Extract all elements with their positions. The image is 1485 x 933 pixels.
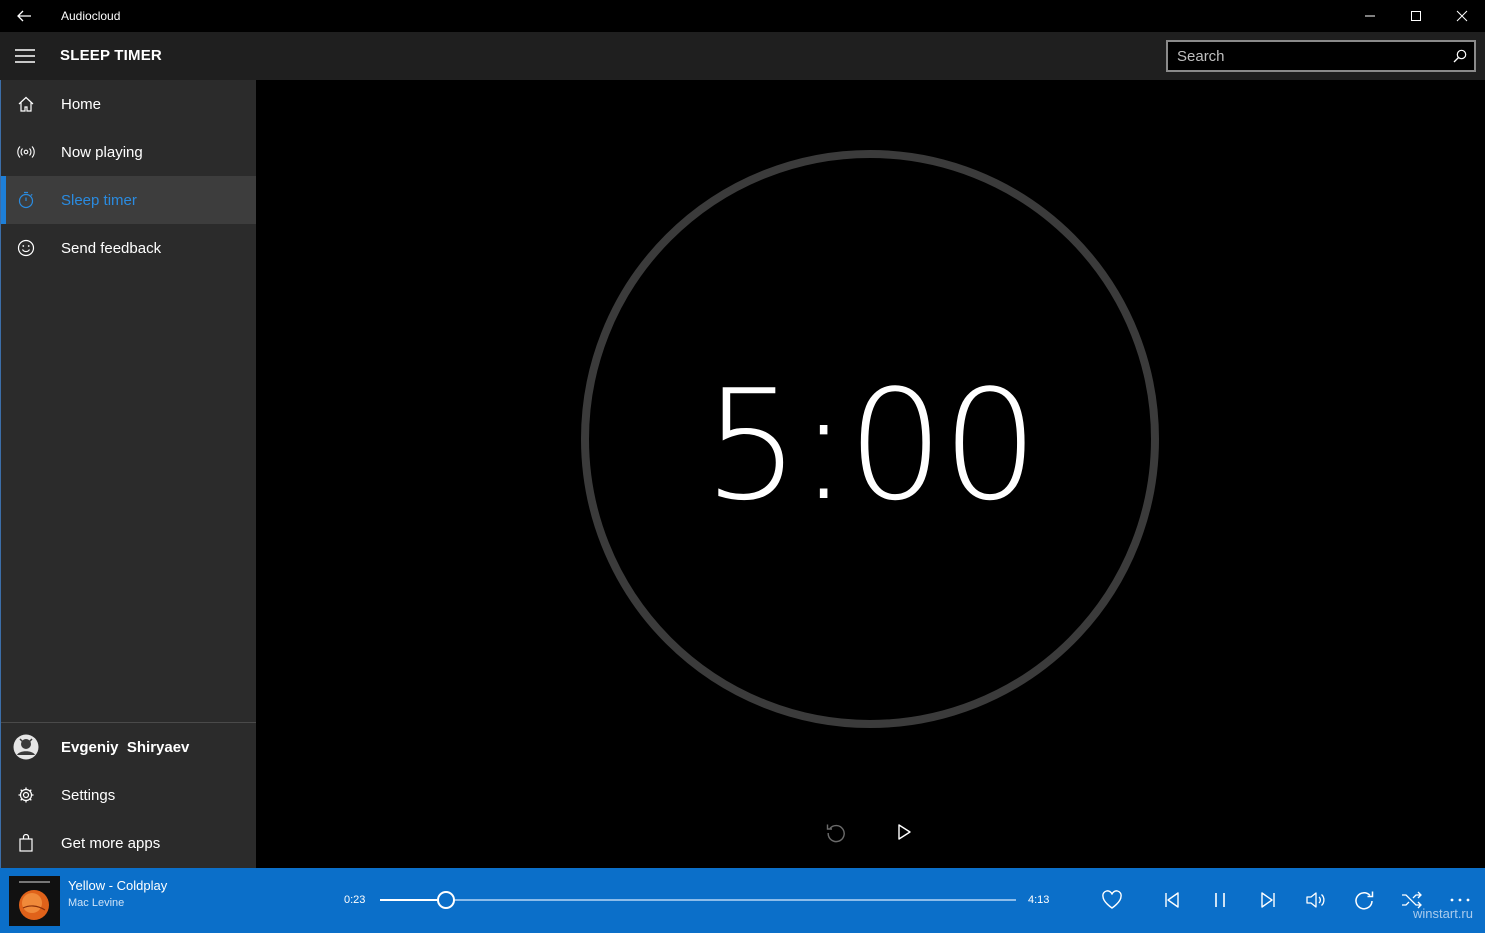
song-artist: Mac Levine <box>68 897 125 909</box>
repeat-button[interactable] <box>1344 880 1384 920</box>
smiley-icon <box>1 224 51 272</box>
page-title: SLEEP TIMER <box>60 47 162 64</box>
broadcast-icon <box>1 128 51 176</box>
hamburger-menu-button[interactable] <box>0 32 50 80</box>
app-header: SLEEP TIMER <box>0 32 1485 80</box>
back-button[interactable] <box>0 0 48 32</box>
next-track-button[interactable] <box>1248 880 1288 920</box>
minimize-button[interactable] <box>1347 0 1393 32</box>
back-arrow-icon <box>17 10 31 22</box>
account-name: Evgeniy Shiryaev <box>61 738 190 756</box>
hamburger-icon <box>15 49 35 63</box>
reset-icon <box>826 824 845 843</box>
sidebar-item-label: Sleep timer <box>61 191 137 209</box>
home-icon <box>1 80 51 128</box>
sidebar-item-home[interactable]: Home <box>1 80 256 128</box>
sidebar-item-label: Now playing <box>61 143 143 161</box>
repeat-icon <box>1355 891 1374 910</box>
window-controls <box>1347 0 1485 32</box>
sidebar-item-get-more-apps[interactable]: Get more apps <box>1 819 256 867</box>
app-title: Audiocloud <box>61 9 121 23</box>
sidebar-item-now-playing[interactable]: Now playing <box>1 128 256 176</box>
avatar <box>1 723 51 771</box>
pause-button[interactable] <box>1200 880 1240 920</box>
sidebar-item-settings[interactable]: Settings <box>1 771 256 819</box>
seek-slider[interactable] <box>380 891 1016 909</box>
stopwatch-icon <box>1 176 51 224</box>
total-time: 4:13 <box>1028 894 1050 906</box>
album-art[interactable] <box>9 876 60 926</box>
skip-previous-icon <box>1165 892 1179 908</box>
song-title[interactable]: Yellow - Coldplay <box>68 878 167 893</box>
navigation-pane: Home Now playing Sleep timer Send feedba… <box>0 80 256 868</box>
pause-icon <box>1215 893 1225 907</box>
close-button[interactable] <box>1439 0 1485 32</box>
gear-icon <box>1 771 51 819</box>
sidebar-item-account[interactable]: Evgeniy Shiryaev <box>1 723 256 771</box>
heart-icon <box>1102 890 1122 909</box>
search-input[interactable] <box>1168 42 1446 70</box>
minimize-icon <box>1365 15 1375 17</box>
favorite-button[interactable] <box>1092 880 1132 920</box>
sidebar-item-sleep-timer[interactable]: Sleep timer <box>1 176 256 224</box>
seek-thumb[interactable] <box>437 891 455 909</box>
volume-button[interactable] <box>1296 880 1336 920</box>
sidebar-item-label: Home <box>61 95 102 113</box>
timer-display: 5:00 <box>703 356 1038 534</box>
sidebar-item-label: Settings <box>61 786 116 804</box>
watermark: winstart.ru <box>1413 906 1473 921</box>
play-icon <box>898 824 911 840</box>
search-box[interactable] <box>1166 40 1476 72</box>
sidebar-item-label: Get more apps <box>61 834 161 852</box>
player-bar: Yellow - Coldplay Mac Levine 0:23 4:13 w… <box>0 868 1485 933</box>
title-bar: Audiocloud <box>0 0 1485 32</box>
start-timer-button[interactable] <box>884 812 924 852</box>
main-content: 5:00 <box>256 80 1485 868</box>
reset-timer-button[interactable] <box>816 812 856 852</box>
skip-next-icon <box>1261 892 1275 908</box>
maximize-button[interactable] <box>1393 0 1439 32</box>
maximize-icon <box>1411 11 1421 21</box>
sidebar-item-label: Send feedback <box>61 239 162 257</box>
sidebar-item-send-feedback[interactable]: Send feedback <box>1 224 256 272</box>
search-icon <box>1453 49 1467 63</box>
store-icon <box>1 819 51 867</box>
search-button[interactable] <box>1446 42 1474 70</box>
previous-track-button[interactable] <box>1152 880 1192 920</box>
close-icon <box>1456 10 1468 22</box>
more-icon <box>1450 898 1470 902</box>
current-time: 0:23 <box>344 894 366 906</box>
volume-icon <box>1306 892 1325 908</box>
